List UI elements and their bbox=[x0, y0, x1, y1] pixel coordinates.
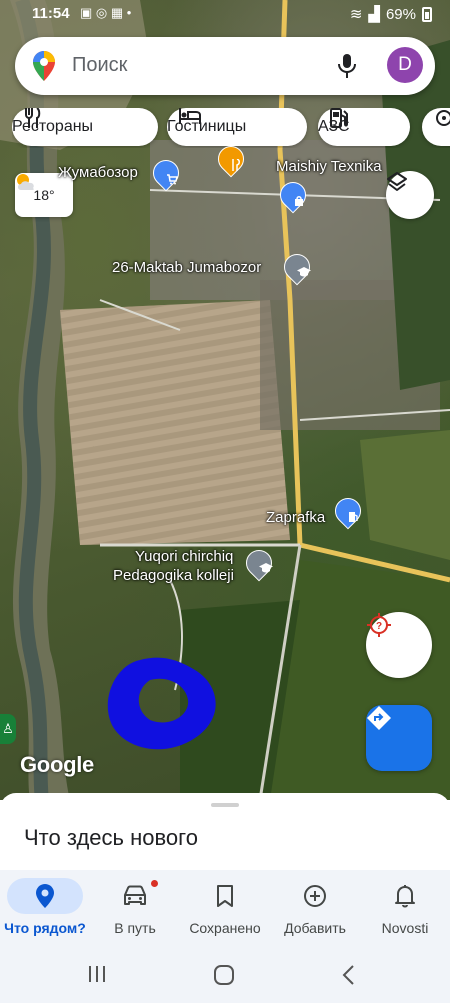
nav-updates[interactable]: Novosti bbox=[360, 870, 450, 948]
chip-hotels[interactable]: Гостиницы bbox=[167, 108, 307, 146]
bottom-navigation: Что рядом? В путь Сохранено Добавить Nov… bbox=[0, 870, 450, 948]
nav-label: Что рядом? bbox=[4, 920, 86, 936]
search-bar[interactable]: Поиск D bbox=[15, 37, 435, 95]
wifi-icon: ≋ bbox=[349, 6, 363, 23]
nav-label: Сохранено bbox=[189, 920, 261, 936]
category-chips: Рестораны Гостиницы АЗС bbox=[12, 108, 450, 148]
explore-sheet[interactable]: Что здесь нового bbox=[0, 793, 450, 878]
fork-knife-icon bbox=[25, 108, 41, 128]
car-icon bbox=[124, 885, 146, 905]
directions-icon bbox=[367, 706, 391, 730]
map-label-zaprafka[interactable]: Zaprafka bbox=[266, 509, 325, 526]
nav-commute[interactable]: В путь bbox=[90, 870, 180, 948]
nav-saved[interactable]: Сохранено bbox=[180, 870, 270, 948]
battery-percent: 69% bbox=[385, 5, 416, 23]
nav-contribute[interactable]: Добавить bbox=[270, 870, 360, 948]
satellite-map[interactable]: 11:54 ▣ ◎ ▦ • ≋ ▟ 69% Поиск D Рестораны … bbox=[0, 0, 450, 800]
search-input[interactable]: Поиск bbox=[72, 54, 127, 77]
bell-icon bbox=[395, 885, 415, 908]
chip-restaurants[interactable]: Рестораны bbox=[12, 108, 158, 146]
recent-apps-icon[interactable] bbox=[88, 964, 106, 984]
svg-text:?: ? bbox=[376, 621, 382, 632]
map-label-kolleji-line1[interactable]: Yuqori chirchiq bbox=[135, 548, 233, 565]
status-bar: 11:54 ▣ ◎ ▦ • ≋ ▟ 69% bbox=[0, 0, 450, 28]
map-label-maktab[interactable]: 26-Maktab Jumabozor bbox=[112, 259, 261, 276]
notification-icons: ▣ ◎ ▦ • bbox=[80, 5, 132, 20]
partly-cloudy-icon bbox=[17, 174, 34, 190]
battery-icon bbox=[422, 6, 432, 22]
layers-icon bbox=[387, 172, 407, 191]
location-pin-icon bbox=[36, 884, 54, 908]
mic-icon[interactable] bbox=[337, 53, 357, 79]
location-unavailable-icon: ? bbox=[367, 613, 391, 637]
google-maps-logo-icon bbox=[33, 51, 55, 81]
chip-more[interactable] bbox=[422, 108, 450, 146]
map-label-maishiy[interactable]: Maishiy Texnika bbox=[276, 158, 382, 175]
gas-station-icon bbox=[330, 108, 348, 128]
nav-explore[interactable]: Что рядом? bbox=[0, 870, 90, 948]
nav-label: Novosti bbox=[381, 920, 429, 936]
avatar[interactable]: D bbox=[387, 47, 423, 83]
google-logo: Google bbox=[20, 752, 94, 777]
status-time: 11:54 bbox=[32, 5, 70, 22]
back-icon[interactable] bbox=[341, 964, 355, 986]
map-label-kolleji-line2[interactable]: Pedagogika kolleji bbox=[113, 567, 234, 584]
bed-icon bbox=[179, 108, 201, 124]
directions-button[interactable] bbox=[366, 705, 432, 771]
home-icon[interactable] bbox=[213, 964, 235, 986]
map-label-jumabozor[interactable]: Жумабозор bbox=[58, 164, 138, 181]
signal-icon: ▟ bbox=[368, 6, 380, 23]
status-right: ≋ ▟ 69% bbox=[350, 5, 432, 23]
system-navigation-bar bbox=[0, 948, 450, 1003]
sheet-title: Что здесь нового bbox=[24, 825, 198, 850]
nav-label: В путь bbox=[114, 920, 156, 936]
chip-gas[interactable]: АЗС bbox=[318, 108, 410, 146]
add-circle-icon bbox=[304, 885, 326, 907]
sheet-drag-handle[interactable] bbox=[211, 803, 239, 807]
my-location-button[interactable]: ? bbox=[366, 612, 432, 678]
bookmark-icon bbox=[217, 885, 233, 907]
notification-dot bbox=[151, 880, 158, 887]
pedestrian-icon[interactable]: ♙ bbox=[0, 714, 16, 744]
attractions-icon bbox=[436, 110, 450, 126]
nav-label: Добавить bbox=[284, 920, 346, 936]
layers-button[interactable] bbox=[386, 171, 434, 219]
